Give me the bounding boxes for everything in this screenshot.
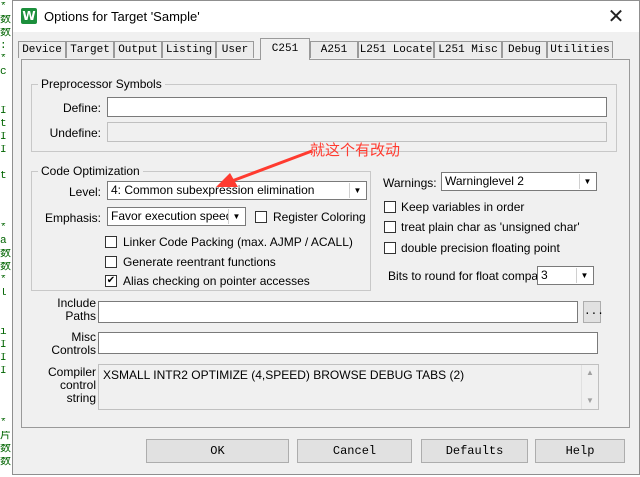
define-label: Define: <box>62 101 101 115</box>
warnings-select[interactable]: Warninglevel 2 ▼ <box>441 172 597 191</box>
editor-background: * 数数: * c It I It * a 数数 * l i I I I * 片数数 <box>0 0 12 477</box>
tab-device[interactable]: Device <box>18 41 66 58</box>
app-icon: W <box>21 8 37 24</box>
options-dialog: W Options for Target 'Sample' ✕ Device T… <box>12 0 640 475</box>
misc-label-line2: Controls <box>51 343 96 357</box>
editor-line: 片 <box>0 431 11 442</box>
tab-c251[interactable]: C251 <box>260 38 310 60</box>
compiler-control-scrollbar[interactable]: ▲ ▼ <box>581 365 598 409</box>
level-label: Level: <box>68 185 101 199</box>
c251-tab-panel: Preprocessor Symbols Define: Undefine: C… <box>21 59 630 428</box>
ok-button[interactable]: OK <box>146 439 289 463</box>
editor-line: I <box>0 145 7 156</box>
tab-target[interactable]: Target <box>66 41 114 58</box>
plain-char-label: treat plain char as 'unsigned char' <box>401 220 580 234</box>
bits-round-label: Bits to round for float compare: <box>388 269 553 283</box>
bits-round-value: 3 <box>541 268 548 282</box>
title-bar: W Options for Target 'Sample' ✕ <box>13 1 639 32</box>
bits-round-select[interactable]: 3 ▼ <box>537 266 594 285</box>
include-label-line2: Paths <box>65 309 96 323</box>
editor-line: * <box>0 54 7 65</box>
close-button[interactable]: ✕ <box>601 4 631 28</box>
scroll-up-icon[interactable]: ▲ <box>582 365 598 381</box>
chevron-down-icon[interactable]: ▼ <box>576 268 592 283</box>
cancel-button[interactable]: Cancel <box>297 439 412 463</box>
code-optimization-legend: Code Optimization <box>38 164 143 178</box>
chevron-down-icon[interactable]: ▼ <box>579 174 595 189</box>
annotation-arrow-icon <box>216 149 313 187</box>
include-browse-button[interactable]: ... <box>583 301 604 323</box>
editor-line: I <box>0 353 7 364</box>
editor-line: I <box>0 132 7 143</box>
undefine-label: Undefine: <box>49 126 101 140</box>
editor-line: I <box>0 366 7 377</box>
emphasis-value: Favor execution speed <box>111 209 233 223</box>
tab-user[interactable]: User <box>216 41 254 58</box>
reentrant-checkbox[interactable] <box>105 256 117 268</box>
window-title: Options for Target 'Sample' <box>44 9 200 24</box>
emphasis-label: Emphasis: <box>44 211 101 225</box>
double-precision-label: double precision floating point <box>401 241 560 255</box>
alias-label: Alias checking on pointer accesses <box>123 274 310 288</box>
scroll-down-icon[interactable]: ▼ <box>582 393 598 409</box>
editor-line: i <box>0 327 7 338</box>
editor-line: : <box>0 41 7 52</box>
warnings-label: Warnings: <box>383 176 437 190</box>
editor-line: c <box>0 67 7 78</box>
misc-controls-label: Misc Controls <box>30 331 96 357</box>
tab-utilities[interactable]: Utilities <box>547 41 613 58</box>
reentrant-label: Generate reentrant functions <box>123 255 276 269</box>
preprocessor-legend: Preprocessor Symbols <box>38 77 165 91</box>
keep-variables-checkbox[interactable] <box>384 201 396 213</box>
include-paths-input[interactable] <box>98 301 578 323</box>
tab-a251[interactable]: A251 <box>310 41 358 58</box>
editor-line: l <box>0 288 7 299</box>
editor-line: * <box>0 2 7 13</box>
plain-char-checkbox[interactable] <box>384 221 396 233</box>
editor-line: t <box>0 119 7 130</box>
register-coloring-label: Register Coloring <box>273 210 366 224</box>
compiler-control-label: Compiler control string <box>30 366 96 405</box>
editor-line: 数 <box>0 15 11 26</box>
include-paths-label: Include Paths <box>30 297 96 323</box>
tab-debug[interactable]: Debug <box>502 41 547 58</box>
misc-controls-input[interactable] <box>98 332 598 354</box>
editor-line: * <box>0 275 7 286</box>
editor-line: 数 <box>0 457 11 468</box>
editor-line: * <box>0 418 7 429</box>
editor-line: t <box>0 171 7 182</box>
editor-line: I <box>0 106 7 117</box>
double-precision-checkbox[interactable] <box>384 242 396 254</box>
code-optimization-group: Code Optimization Level: 4: Common subex… <box>31 164 371 291</box>
editor-line: 数 <box>0 262 11 273</box>
editor-line: * <box>0 223 7 234</box>
editor-line: 数 <box>0 28 11 39</box>
editor-line: I <box>0 340 7 351</box>
checkmark-icon: ✔ <box>106 275 116 286</box>
warnings-value: Warninglevel 2 <box>445 174 524 188</box>
editor-line: 数 <box>0 249 11 260</box>
defaults-button[interactable]: Defaults <box>421 439 528 463</box>
register-coloring-checkbox[interactable] <box>255 211 267 223</box>
annotation-text: 就这个有改动 <box>310 141 401 159</box>
linker-packing-label: Linker Code Packing (max. AJMP / ACALL) <box>123 235 353 249</box>
compiler-label-line3: string <box>66 391 96 405</box>
tab-output[interactable]: Output <box>114 41 162 58</box>
keep-variables-label: Keep variables in order <box>401 200 525 214</box>
emphasis-select[interactable]: Favor execution speed ▼ <box>107 207 246 226</box>
chevron-down-icon[interactable]: ▼ <box>349 183 365 198</box>
define-input[interactable] <box>107 97 607 117</box>
tab-l251-locate[interactable]: L251 Locate <box>358 41 434 58</box>
editor-line: 数 <box>0 444 11 455</box>
editor-line: a <box>0 236 7 247</box>
chevron-down-icon[interactable]: ▼ <box>228 209 244 224</box>
tab-listing[interactable]: Listing <box>162 41 216 58</box>
compiler-control-value: XSMALL INTR2 OPTIMIZE (4,SPEED) BROWSE D… <box>103 368 465 382</box>
tab-l251-misc[interactable]: L251 Misc <box>434 41 502 58</box>
compiler-control-textarea[interactable]: XSMALL INTR2 OPTIMIZE (4,SPEED) BROWSE D… <box>98 364 599 410</box>
help-button[interactable]: Help <box>535 439 625 463</box>
alias-checkbox[interactable]: ✔ <box>105 275 117 287</box>
linker-packing-checkbox[interactable] <box>105 236 117 248</box>
